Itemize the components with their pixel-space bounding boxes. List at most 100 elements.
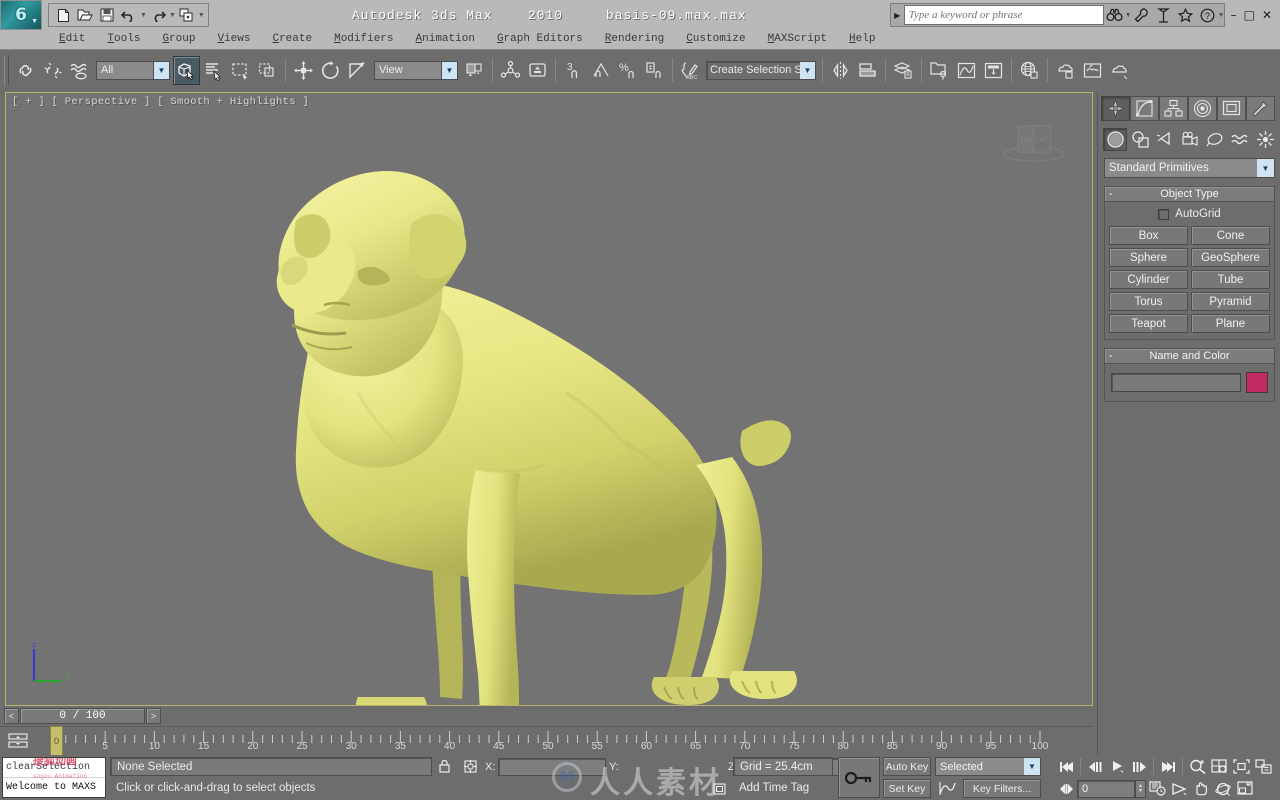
x-value[interactable] [498,757,606,776]
curve-editor-icon[interactable] [953,56,980,85]
chevron-down-icon[interactable]: ▼ [1024,758,1040,775]
named-selection-set-field[interactable]: Create Selection Set ▼ [706,60,816,80]
tube-button[interactable]: Tube [1191,270,1270,289]
close-button[interactable]: ✕ [1262,8,1272,22]
chevron-down-icon[interactable]: ▼ [153,61,169,79]
cylinder-button[interactable]: Cylinder [1109,270,1188,289]
zoom-extents-all-icon[interactable] [1252,757,1274,776]
systems-category-icon[interactable] [1253,128,1277,151]
minimize-button[interactable]: – [1231,8,1237,22]
subscription-wrench-icon[interactable] [1131,4,1153,26]
undo-dropdown-icon[interactable]: ▼ [140,12,147,19]
menu-item-help[interactable]: Help [838,30,886,49]
menu-item-rendering[interactable]: Rendering [594,30,675,49]
menu-item-group[interactable]: Group [151,30,206,49]
default-in-out-tangents-icon[interactable] [935,779,960,798]
lock-selection-icon[interactable] [434,757,454,776]
toolbar-grip[interactable] [4,55,9,85]
bind-to-space-warp-icon[interactable] [66,56,93,85]
rendered-frame-window-icon[interactable] [1079,56,1106,85]
communication-center-icon[interactable] [1153,4,1175,26]
render-setup-icon[interactable] [1052,56,1079,85]
motion-tab-icon[interactable] [1188,96,1217,121]
zoom-icon[interactable] [1186,757,1208,776]
select-by-name-icon[interactable] [200,56,227,85]
field-of-view-icon[interactable] [1168,779,1190,798]
time-configuration-icon[interactable] [1146,779,1168,798]
next-frame-button[interactable]: > [146,708,161,724]
dog-model[interactable] [6,93,1092,705]
rectangular-selection-region-icon[interactable] [227,56,254,85]
time-tag-icon[interactable] [709,779,730,798]
collapse-icon[interactable]: - [1109,349,1113,364]
x-coordinate-field[interactable]: X: [485,757,606,776]
next-frame-icon[interactable] [1128,757,1150,776]
menu-item-create[interactable]: Create [261,30,323,49]
reference-coordinate-system-combo[interactable]: View ▼ [374,60,458,80]
name-and-color-header[interactable]: - Name and Color [1104,348,1275,364]
application-menu-button[interactable]: 6 ▼ [0,0,42,30]
undo-icon[interactable] [119,5,139,25]
key-filter-mode-combo[interactable]: Selected ▼ [935,757,1041,776]
current-frame-field[interactable]: 0 [1077,779,1135,798]
chevron-down-icon[interactable]: ▼ [441,61,457,79]
geosphere-button[interactable]: GeoSphere [1191,248,1270,267]
auto-key-button[interactable]: Auto Key [883,757,931,776]
unlink-selection-icon[interactable] [39,56,66,85]
shapes-category-icon[interactable] [1128,128,1152,151]
material-editor-icon[interactable] [1016,56,1043,85]
window-crossing-icon[interactable] [254,56,281,85]
infocenter-expand-icon[interactable]: ▶ [891,4,904,26]
selection-filter-combo[interactable]: All ▼ [96,60,170,80]
torus-button[interactable]: Torus [1109,292,1188,311]
search-binoculars-icon[interactable] [1104,4,1126,26]
use-center-flyout-icon[interactable] [461,56,488,85]
redo-icon[interactable] [148,5,168,25]
teapot-button[interactable]: Teapot [1109,314,1188,333]
cone-button[interactable]: Cone [1191,226,1270,245]
menu-item-tools[interactable]: Tools [96,30,151,49]
new-file-icon[interactable] [53,5,73,25]
go-to-start-icon[interactable] [1055,757,1077,776]
utilities-tab-icon[interactable] [1246,96,1275,121]
plane-button[interactable]: Plane [1191,314,1270,333]
helpers-category-icon[interactable] [1203,128,1227,151]
search-input[interactable] [903,5,1104,25]
render-production-icon[interactable] [1106,56,1133,85]
object-name-input[interactable] [1111,373,1241,392]
menu-item-customize[interactable]: Customize [675,30,756,49]
layer-manager-icon[interactable] [890,56,917,85]
orbit-icon[interactable] [1212,779,1234,798]
sphere-button[interactable]: Sphere [1109,248,1188,267]
autogrid-row[interactable]: AutoGrid [1109,208,1270,220]
time-slider-field[interactable]: 0 / 100 [20,708,145,724]
track-bar-ruler[interactable]: 5 10 15 20 25 30 35 40 45 50 55 60 65 70 75 80 85 90 95 100 [0,726,1093,755]
maximize-viewport-toggle-icon[interactable] [1234,779,1256,798]
help-dropdown-icon[interactable]: ▼ [1218,12,1225,19]
save-file-icon[interactable] [97,5,117,25]
reactor-manager-icon[interactable] [926,56,953,85]
mirror-icon[interactable] [827,56,854,85]
keyboard-shortcut-override-icon[interactable] [524,56,551,85]
quick-access-more-icon[interactable]: ▼ [198,12,205,19]
lights-category-icon[interactable] [1153,128,1177,151]
maximize-button[interactable]: □ [1244,8,1255,22]
snaps-toggle-icon[interactable]: 3 [560,56,587,85]
add-time-tag-button[interactable]: Add Time Tag [733,779,833,798]
pyramid-button[interactable]: Pyramid [1191,292,1270,311]
object-type-header[interactable]: - Object Type [1104,186,1275,202]
select-and-manipulate-icon[interactable] [497,56,524,85]
edit-named-selection-sets-icon[interactable]: ABC [677,56,704,85]
cameras-category-icon[interactable] [1178,128,1202,151]
align-icon[interactable] [854,56,881,85]
spinner-snap-toggle-icon[interactable] [641,56,668,85]
time-slider-handle[interactable]: 0 [50,726,63,756]
hierarchy-tab-icon[interactable] [1159,96,1188,121]
zoom-all-icon[interactable] [1208,757,1230,776]
open-file-icon[interactable] [75,5,95,25]
favorites-star-icon[interactable] [1175,4,1197,26]
angle-snap-toggle-icon[interactable] [587,56,614,85]
previous-frame-icon[interactable] [1084,757,1106,776]
select-and-link-icon[interactable] [12,56,39,85]
display-tab-icon[interactable] [1217,96,1246,121]
